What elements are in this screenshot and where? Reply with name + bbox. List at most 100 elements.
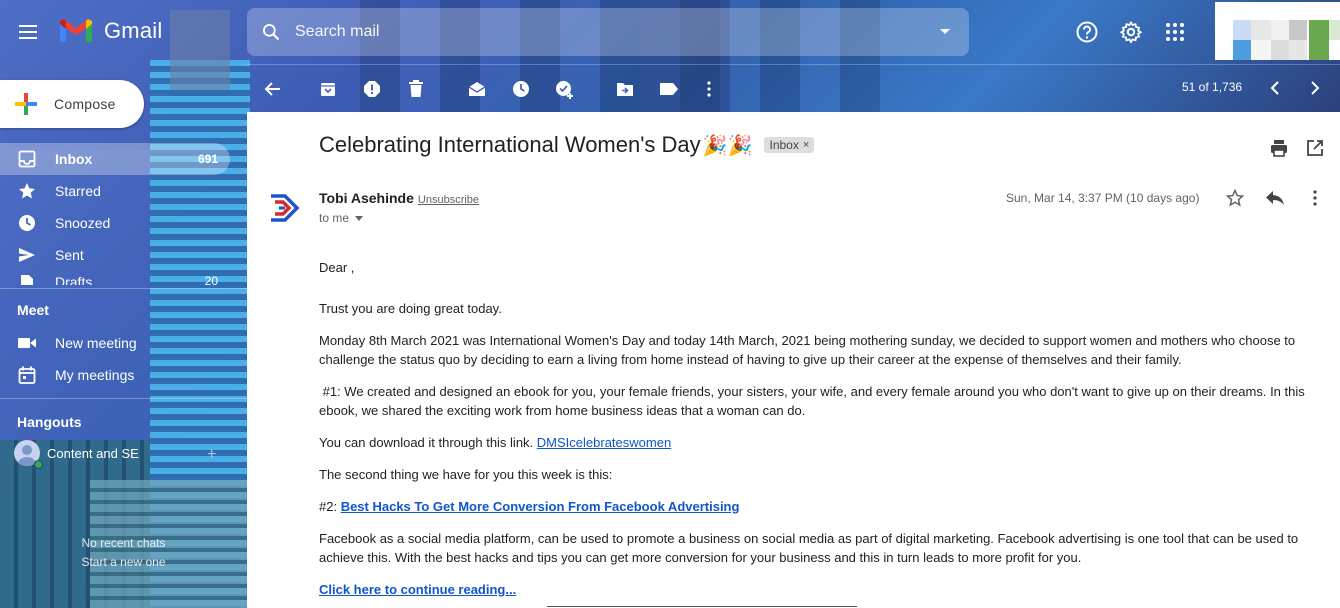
hangouts-user[interactable]: Content and SE <box>14 440 139 469</box>
divider-line <box>547 606 857 607</box>
ebook-download-link[interactable]: DMSIcelebrateswomen <box>537 435 671 450</box>
body-paragraph: Facebook as a social media platform, can… <box>319 531 1299 565</box>
body-paragraph: Monday 8th March 2021 was International … <box>319 333 1296 367</box>
star-outline-icon[interactable] <box>1223 186 1247 210</box>
newer-chevron-left-icon[interactable] <box>1263 76 1287 100</box>
my-meetings-button[interactable]: My meetings <box>0 359 230 391</box>
facebook-hacks-link[interactable]: Best Hacks To Get More Conversion From F… <box>341 499 740 514</box>
app-name: Gmail <box>104 18 163 43</box>
message-view: Celebrating International Women's Day 🎉🎉… <box>247 112 1340 608</box>
message-subject: Celebrating International Women's Day <box>319 132 701 157</box>
online-status-dot <box>34 460 43 469</box>
compose-plus-icon <box>12 90 40 118</box>
open-in-new-window-icon[interactable] <box>1303 136 1327 160</box>
video-camera-icon <box>17 333 37 353</box>
search-bar[interactable] <box>247 8 969 56</box>
compose-label: Compose <box>54 96 116 112</box>
star-icon <box>17 181 37 201</box>
meet-heading: Meet <box>17 302 49 318</box>
mark-as-unread-icon[interactable] <box>465 77 489 101</box>
sender-info: Tobi Asehinde Unsubscribe <box>319 190 479 206</box>
hack-prefix: #2: <box>319 499 341 514</box>
hangouts-heading: Hangouts <box>17 414 82 430</box>
body-paragraph: Trust you are doing great today. <box>319 301 502 316</box>
send-icon <box>17 245 37 265</box>
top-header: Gmail <box>0 0 1340 64</box>
older-chevron-right-icon[interactable] <box>1303 76 1327 100</box>
drafts-count: 20 <box>204 274 218 285</box>
start-new-chat-link[interactable]: Start a new one <box>0 555 247 569</box>
sidebar-item-label: Snoozed <box>55 215 111 231</box>
back-arrow-icon[interactable] <box>261 77 285 101</box>
more-vertical-icon[interactable] <box>1303 186 1327 210</box>
download-paragraph: You can download it through this link. D… <box>319 433 671 452</box>
no-recent-chats-text: No recent chats <box>81 536 166 550</box>
archive-icon[interactable] <box>316 77 340 101</box>
search-input[interactable] <box>295 23 921 41</box>
gmail-logo[interactable]: Gmail <box>58 18 162 44</box>
sender-name[interactable]: Tobi Asehinde <box>319 190 414 206</box>
continue-paragraph: Click here to continue reading... <box>319 580 516 599</box>
download-text: You can download it through this link. <box>319 435 537 450</box>
sidebar-divider <box>0 398 247 399</box>
google-apps-grid-icon[interactable] <box>1159 16 1191 48</box>
inbox-label-chip[interactable]: Inbox × <box>764 137 815 153</box>
caret-down-icon <box>355 215 364 221</box>
sidebar-item-sent[interactable]: Sent <box>0 239 230 271</box>
more-options-vertical-icon[interactable] <box>697 77 721 101</box>
sender-logo <box>265 188 305 228</box>
hack-paragraph: #2: Best Hacks To Get More Conversion Fr… <box>319 497 739 516</box>
gmail-m-icon <box>58 18 94 44</box>
party-popper-emoji: 🎉🎉 <box>702 133 753 157</box>
label-tag-icon[interactable] <box>657 77 681 101</box>
recipient-text: to me <box>319 211 350 225</box>
subject-line: Celebrating International Women's Day 🎉🎉… <box>319 132 815 158</box>
sidebar-item-label: Inbox <box>55 151 93 167</box>
move-to-folder-icon[interactable] <box>613 77 637 101</box>
main-menu-button[interactable] <box>12 16 44 48</box>
inbox-icon <box>17 149 37 169</box>
body-paragraph: #1: We created and designed an ebook for… <box>319 384 1309 418</box>
new-meeting-button[interactable]: New meeting <box>0 327 230 359</box>
hangouts-user-name: Content and SE <box>47 445 139 461</box>
sidebar-item-drafts[interactable]: Drafts 20 <box>0 271 230 285</box>
hamburger-icon <box>19 31 37 33</box>
clock-icon <box>17 213 37 233</box>
snooze-clock-icon[interactable] <box>509 77 533 101</box>
sidebar-nav: Inbox 691 Starred Snoozed Sent Drafts 20 <box>0 143 230 285</box>
inbox-unread-count: 691 <box>197 152 218 166</box>
reply-arrow-icon[interactable] <box>1263 186 1287 210</box>
message-toolbar <box>247 64 1340 112</box>
sidebar-item-inbox[interactable]: Inbox 691 <box>0 143 230 175</box>
unsubscribe-link[interactable]: Unsubscribe <box>418 194 479 206</box>
account-avatar[interactable] <box>1215 2 1340 60</box>
sidebar-item-snoozed[interactable]: Snoozed <box>0 207 230 239</box>
remove-label-icon[interactable]: × <box>803 139 809 151</box>
report-spam-icon[interactable] <box>360 77 384 101</box>
draft-icon <box>17 273 37 285</box>
sidebar-item-label: Sent <box>55 247 84 263</box>
sidebar-item-starred[interactable]: Starred <box>0 175 230 207</box>
compose-button[interactable]: Compose <box>0 80 144 128</box>
greeting: Dear , <box>319 260 355 275</box>
add-chat-plus-icon[interactable]: + <box>207 446 216 464</box>
message-date: Sun, Mar 14, 3:37 PM (10 days ago) <box>1006 191 1200 205</box>
search-options-dropdown-icon[interactable] <box>921 8 969 56</box>
new-meeting-label: New meeting <box>55 335 137 351</box>
calendar-icon <box>17 365 37 385</box>
my-meetings-label: My meetings <box>55 367 135 383</box>
label-chip-text: Inbox <box>769 138 799 152</box>
sidebar-item-label: Starred <box>55 183 101 199</box>
continue-reading-link[interactable]: Click here to continue reading... <box>319 582 516 597</box>
help-icon[interactable] <box>1071 16 1103 48</box>
settings-gear-icon[interactable] <box>1115 16 1147 48</box>
body-paragraph: The second thing we have for you this we… <box>319 467 613 482</box>
search-icon[interactable] <box>247 8 295 56</box>
recipient-details-toggle[interactable]: to me <box>319 211 364 225</box>
sidebar-divider <box>0 288 247 289</box>
sidebar-item-label: Drafts <box>55 274 93 285</box>
print-icon[interactable] <box>1267 136 1291 160</box>
add-to-tasks-icon[interactable] <box>553 77 577 101</box>
delete-trash-icon[interactable] <box>404 77 428 101</box>
pagination-count: 51 of 1,736 <box>1182 80 1243 94</box>
